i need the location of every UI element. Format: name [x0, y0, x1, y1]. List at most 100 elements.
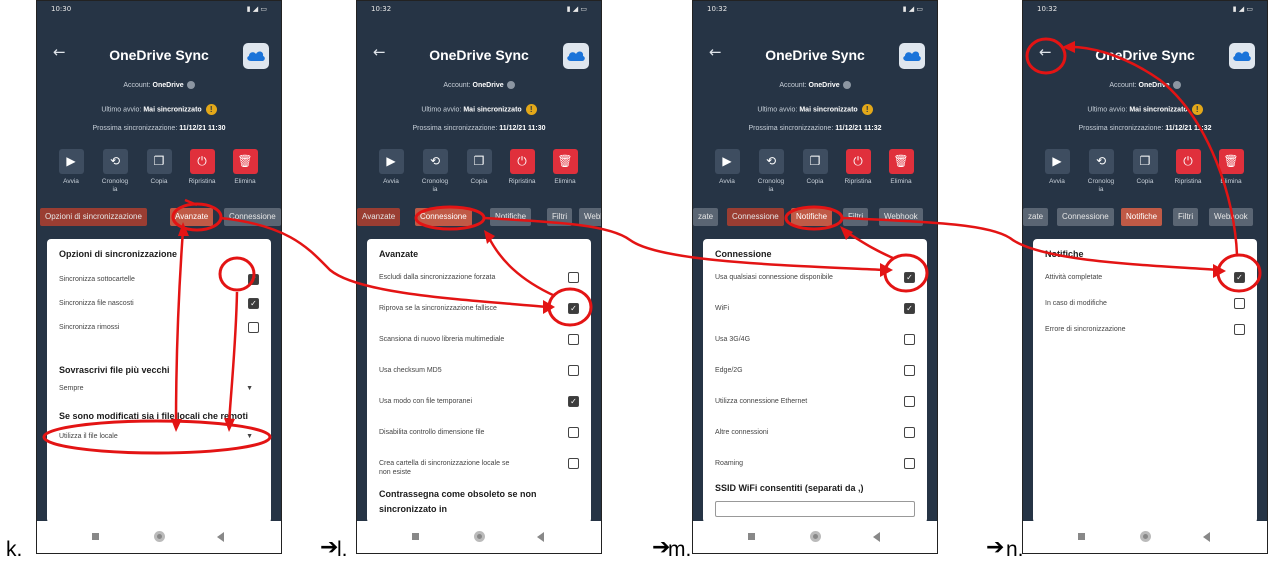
- setting-checkbox[interactable]: ✓: [568, 303, 579, 314]
- tab-bar: Avanzate Connessione Notifiche Filtri Webh: [357, 208, 601, 228]
- setting-checkbox[interactable]: [904, 427, 915, 438]
- setting-label: Scansiona di nuovo libreria multimediale: [379, 336, 505, 343]
- recents-icon[interactable]: [92, 533, 99, 540]
- trash-icon: 🗑: [232, 149, 258, 174]
- overwrite-select[interactable]: Sempre ▼: [59, 385, 259, 392]
- recents-icon[interactable]: [1078, 533, 1085, 540]
- gear-icon[interactable]: [186, 81, 195, 89]
- action-play-button[interactable]: ▶ Avvia: [49, 149, 93, 186]
- action-copy-button[interactable]: ❐ Copia: [793, 149, 837, 186]
- setting-checkbox[interactable]: [904, 334, 915, 345]
- setting-checkbox[interactable]: ✓: [1234, 272, 1245, 283]
- action-label: Cronolog ia: [421, 178, 449, 194]
- action-play-button[interactable]: ▶ Avvia: [705, 149, 749, 186]
- action-history-button[interactable]: ⟲ Cronolog ia: [1079, 149, 1123, 195]
- action-play-button[interactable]: ▶ Avvia: [1035, 149, 1079, 186]
- recents-icon[interactable]: [748, 533, 755, 540]
- home-icon[interactable]: [1140, 531, 1151, 542]
- action-power-button[interactable]: ⏻ Ripristina: [836, 149, 880, 186]
- tab-item[interactable]: Notifiche: [1121, 208, 1163, 226]
- gear-icon[interactable]: [1172, 81, 1181, 89]
- setting-checkbox[interactable]: [248, 322, 259, 333]
- action-power-button[interactable]: ⏻ Ripristina: [500, 149, 544, 186]
- warning-icon[interactable]: !: [861, 104, 873, 115]
- action-copy-button[interactable]: ❐ Copia: [1123, 149, 1167, 186]
- home-icon[interactable]: [810, 531, 821, 542]
- status-time: 10:30: [51, 5, 72, 13]
- setting-checkbox[interactable]: [904, 396, 915, 407]
- tab-item[interactable]: Avanzate: [357, 208, 401, 226]
- step-label-n: n.: [1006, 538, 1024, 561]
- conflict-select[interactable]: Utilizza il file locale ▼: [59, 433, 259, 440]
- gear-icon[interactable]: [842, 81, 851, 89]
- setting-checkbox[interactable]: [904, 458, 915, 469]
- tab-item[interactable]: Avanzate: [170, 208, 214, 226]
- warning-icon[interactable]: !: [1191, 104, 1203, 115]
- action-history-button[interactable]: ⟲ Cronolog ia: [749, 149, 793, 195]
- gear-icon[interactable]: [506, 81, 515, 89]
- action-trash-button[interactable]: 🗑 Elimina: [1209, 149, 1253, 186]
- action-label: Copia: [806, 178, 824, 185]
- setting-checkbox[interactable]: ✓: [248, 298, 259, 309]
- section-heading: Contrassegna come obsoleto se non sincro…: [379, 489, 537, 515]
- setting-checkbox[interactable]: [568, 334, 579, 345]
- next-sync-value: 11/12/21 11:30: [179, 125, 226, 132]
- back-nav-icon[interactable]: [873, 532, 880, 542]
- setting-checkbox[interactable]: ✓: [904, 272, 915, 283]
- home-icon[interactable]: [154, 531, 165, 542]
- tab-item[interactable]: Connessione: [1057, 208, 1114, 226]
- setting-checkbox[interactable]: [1234, 324, 1245, 335]
- action-power-button[interactable]: ⏻ Ripristina: [1166, 149, 1210, 186]
- setting-checkbox[interactable]: ✓: [248, 274, 259, 285]
- tab-item[interactable]: Filtri: [843, 208, 869, 226]
- action-trash-button[interactable]: 🗑 Elimina: [223, 149, 267, 186]
- setting-checkbox[interactable]: [568, 458, 579, 469]
- account-value: OneDrive: [1138, 81, 1170, 89]
- settings-card: Connessione Usa qualsiasi connessione dis…: [703, 239, 927, 523]
- tab-item[interactable]: Webhook: [1209, 208, 1253, 226]
- tab-item[interactable]: Webh: [579, 208, 601, 226]
- last-sync-line: Ultimo avvio: Mai sincronizzato!: [357, 104, 601, 115]
- tab-item[interactable]: Connessione: [224, 208, 281, 226]
- setting-checkbox[interactable]: [568, 272, 579, 283]
- section-heading: Connessione: [715, 249, 772, 259]
- action-play-button[interactable]: ▶ Avvia: [369, 149, 413, 186]
- tab-item[interactable]: Webhook: [879, 208, 923, 226]
- warning-icon[interactable]: !: [205, 104, 217, 115]
- action-history-button[interactable]: ⟲ Cronolog ia: [413, 149, 457, 195]
- history-icon: ⟲: [1088, 149, 1114, 174]
- action-label: Cronolog ia: [101, 178, 129, 194]
- action-trash-button[interactable]: 🗑 Elimina: [543, 149, 587, 186]
- tab-item[interactable]: Filtri: [1173, 208, 1199, 226]
- action-history-button[interactable]: ⟲ Cronolog ia: [93, 149, 137, 195]
- action-copy-button[interactable]: ❐ Copia: [137, 149, 181, 186]
- tab-item[interactable]: Connessione: [727, 208, 784, 226]
- onedrive-cloud-icon: [243, 43, 269, 69]
- back-nav-icon[interactable]: [1203, 532, 1210, 542]
- setting-checkbox[interactable]: [904, 365, 915, 376]
- power-icon: ⏻: [1175, 149, 1201, 174]
- action-copy-button[interactable]: ❐ Copia: [457, 149, 501, 186]
- home-icon[interactable]: [474, 531, 485, 542]
- recents-icon[interactable]: [412, 533, 419, 540]
- tab-item[interactable]: Filtri: [547, 208, 573, 226]
- setting-checkbox[interactable]: ✓: [904, 303, 915, 314]
- setting-checkbox[interactable]: [1234, 298, 1245, 309]
- action-power-button[interactable]: ⏻ Ripristina: [180, 149, 224, 186]
- next-sync-label: Prossima sincronizzazione:: [92, 125, 178, 132]
- back-nav-icon[interactable]: [217, 532, 224, 542]
- warning-icon[interactable]: !: [525, 104, 537, 115]
- tab-item[interactable]: Notifiche: [791, 208, 833, 226]
- action-trash-button[interactable]: 🗑 Elimina: [879, 149, 923, 186]
- ssid-input[interactable]: [715, 501, 915, 517]
- setting-checkbox[interactable]: [568, 365, 579, 376]
- tab-item[interactable]: Connessione: [415, 208, 472, 226]
- setting-checkbox[interactable]: ✓: [568, 396, 579, 407]
- android-nav-bar: [1023, 521, 1267, 553]
- tab-item[interactable]: zate: [693, 208, 719, 226]
- tab-item[interactable]: Opzioni di sincronizzazione: [40, 208, 147, 226]
- back-nav-icon[interactable]: [537, 532, 544, 542]
- setting-checkbox[interactable]: [568, 427, 579, 438]
- tab-item[interactable]: Notifiche: [490, 208, 532, 226]
- tab-item[interactable]: zate: [1023, 208, 1049, 226]
